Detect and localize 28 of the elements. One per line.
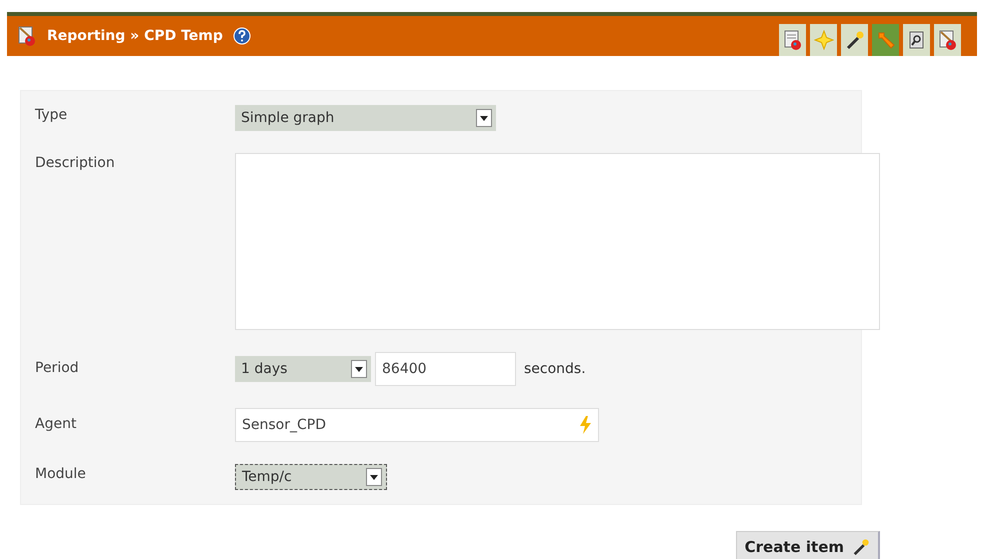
module-select[interactable]: Temp/c: [235, 464, 387, 490]
help-icon[interactable]: [232, 27, 251, 45]
type-select[interactable]: Simple graph: [235, 105, 496, 131]
page-title: Reporting » CPD Temp: [47, 28, 223, 44]
field-label: Type: [35, 106, 68, 123]
report-icon: [782, 30, 802, 50]
scroll-icon: [906, 30, 926, 50]
field-label: Module: [35, 465, 87, 482]
description-field[interactable]: [235, 153, 880, 330]
field-label: Period: [35, 359, 80, 376]
toolbar-tab[interactable]: [903, 24, 930, 56]
toolbar-tab[interactable]: [841, 24, 868, 56]
wrench-icon: [876, 30, 896, 50]
palette-icon: [938, 30, 958, 50]
star-icon: [814, 30, 834, 50]
unit-label: seconds.: [524, 361, 586, 377]
wand-icon: [844, 30, 864, 50]
toolbar-tab[interactable]: [934, 24, 961, 56]
wand-icon: [852, 538, 870, 556]
toolbar-tab[interactable]: [779, 24, 806, 56]
palette-icon: [17, 26, 37, 46]
field-label: Description: [35, 154, 116, 171]
period-select[interactable]: 1 days: [235, 356, 371, 382]
field-label: Agent: [35, 415, 78, 432]
lightning-icon: [578, 416, 592, 434]
agent-field[interactable]: Sensor_CPD: [235, 408, 599, 442]
seconds-field[interactable]: 86400: [375, 352, 516, 386]
create-item-button[interactable]: Create item: [736, 531, 880, 559]
